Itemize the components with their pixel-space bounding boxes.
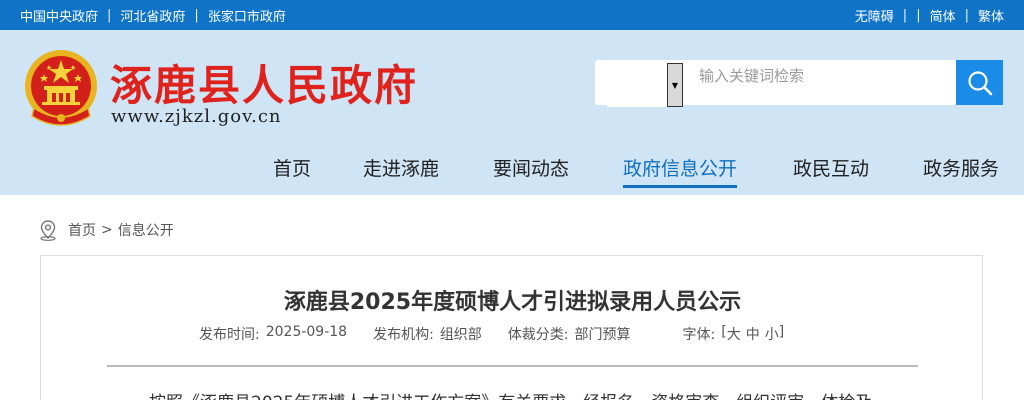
location-pin-icon (40, 220, 56, 241)
font-size-label: 字体: (682, 327, 716, 343)
main-nav: 首页 走进涿鹿 要闻动态 政府信息公开 政民互动 政务服务 (0, 154, 1024, 194)
publish-time-label: 发布时间: (199, 327, 260, 343)
nav-home[interactable]: 首页 (273, 154, 311, 188)
simplified-link[interactable]: 简体 (930, 6, 956, 25)
divider (107, 365, 918, 367)
site-title: 涿鹿县人民政府 (110, 61, 419, 110)
separator: | (916, 7, 921, 23)
org-label: 发布机构: (373, 327, 434, 343)
traditional-link[interactable]: 繁体 (978, 6, 1004, 25)
nav-interaction[interactable]: 政民互动 (793, 154, 869, 188)
separator: | (194, 7, 199, 23)
genre-label: 体裁分类: (507, 327, 569, 343)
utility-links: 无障碍 | | 简体 | 繁体 (855, 0, 1004, 30)
separator: | (107, 7, 112, 23)
separator: | (964, 7, 969, 23)
font-medium-button[interactable]: 中 (746, 324, 760, 344)
top-bar: 中国中央政府 | 河北省政府 | 张家口市政府 无障碍 | | 简体 | 繁体 (0, 0, 1024, 30)
breadcrumb-current[interactable]: 信息公开 (118, 220, 174, 240)
site-header: 涿鹿县人民政府 www.zjkzl.gov.cn ▼ 首页 走进涿鹿 要闻动态 … (0, 30, 1024, 195)
search-scope-select[interactable]: ▼ (607, 63, 683, 107)
font-large-button[interactable]: 大 (727, 324, 741, 344)
accessibility-link[interactable]: 无障碍 (855, 6, 894, 25)
org-value: 组织部 (439, 327, 482, 343)
article-meta: 发布时间: 2025-09-18 发布机构: 组织部 体裁分类: 部门预算 字体… (199, 324, 784, 344)
nav-news[interactable]: 要闻动态 (493, 154, 569, 188)
publish-time: 2025-09-18 (265, 324, 348, 340)
link-zhangjiakou-gov[interactable]: 张家口市政府 (208, 6, 286, 25)
link-hebei-gov[interactable]: 河北省政府 (120, 6, 185, 25)
link-central-gov[interactable]: 中国中央政府 (20, 6, 98, 25)
dropdown-arrow-icon[interactable]: ▼ (667, 63, 683, 107)
breadcrumb: 首页 > 信息公开 (38, 219, 174, 241)
gov-links: 中国中央政府 | 河北省政府 | 张家口市政府 (20, 0, 286, 30)
national-emblem-icon (25, 50, 97, 126)
search-icon (967, 70, 992, 95)
font-small-button[interactable]: 小 (765, 324, 779, 344)
search-button[interactable] (956, 60, 1003, 105)
breadcrumb-separator: > (101, 222, 113, 238)
nav-services[interactable]: 政务服务 (923, 154, 999, 188)
genre-value: 部门预算 (574, 327, 631, 343)
breadcrumb-home[interactable]: 首页 (68, 220, 96, 240)
font-bracket-close: ] (778, 324, 785, 340)
nav-about[interactable]: 走进涿鹿 (363, 154, 439, 188)
site-url: www.zjkzl.gov.cn (111, 106, 282, 127)
search-input[interactable] (691, 60, 953, 105)
article-panel: 涿鹿县2025年度硕博人才引进拟录用人员公示 发布时间: 2025-09-18 … (40, 255, 983, 400)
search-box: ▼ (595, 60, 1003, 107)
separator: | (902, 7, 908, 23)
nav-gov-info[interactable]: 政府信息公开 (623, 154, 738, 188)
article-body-first-line: 按照《涿鹿县2025年硕博人才引进工作方案》有关要求，经报名、资格审查、组织评审… (149, 388, 872, 400)
article-title: 涿鹿县2025年度硕博人才引进拟录用人员公示 (283, 290, 742, 315)
